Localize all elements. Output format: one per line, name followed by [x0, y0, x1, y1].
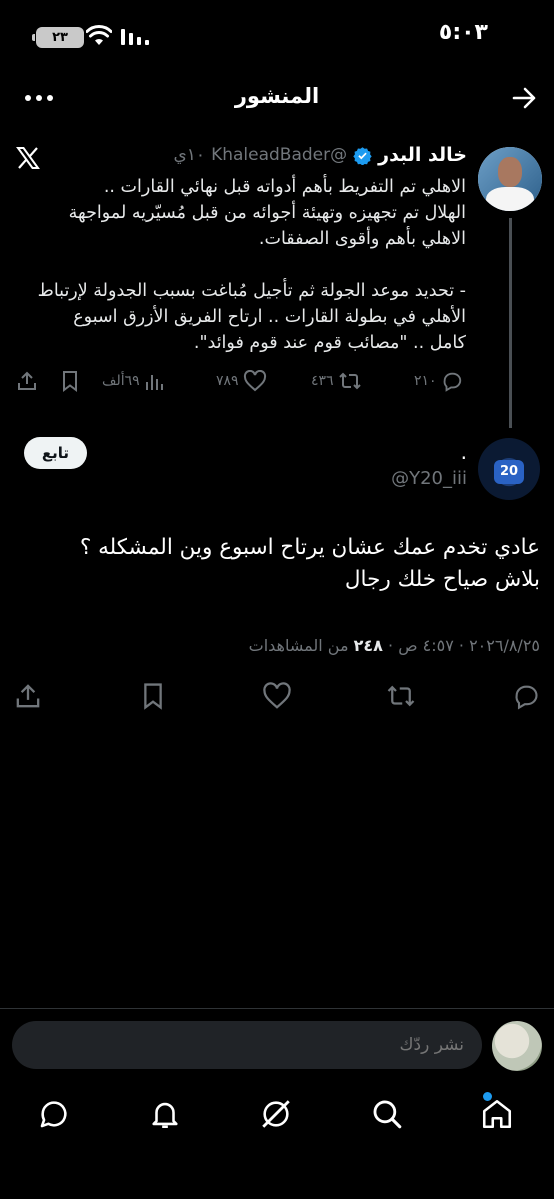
replier-avatar[interactable]: 20 — [478, 438, 540, 500]
retweet-action[interactable]: ٤٣٦ — [311, 370, 362, 392]
verified-badge-icon — [353, 146, 372, 165]
battery-icon: ٢٣ — [32, 27, 84, 48]
views-label: من المشاهدات — [248, 636, 349, 655]
tweet-meta: ٢٠٢٦/٨/٢٥ · ٤:٥٧ ص · ٢٤٨ من المشاهدات — [248, 636, 540, 655]
wifi-icon — [86, 25, 112, 47]
reply-divider — [0, 1008, 554, 1009]
x-logo-icon — [16, 146, 40, 170]
retweet-icon[interactable] — [386, 682, 416, 710]
bookmark-icon[interactable] — [140, 682, 166, 710]
thread-line — [509, 218, 512, 428]
new-content-dot — [483, 1092, 492, 1101]
tweet-actions — [14, 682, 542, 712]
my-avatar[interactable] — [492, 1021, 542, 1071]
more-options-icon[interactable] — [24, 88, 54, 108]
reply-action[interactable]: ٢١٠ — [414, 370, 463, 392]
views-count: ٦٩ألف — [102, 373, 140, 389]
reply-input[interactable] — [12, 1021, 482, 1069]
signal-icon — [120, 28, 152, 46]
tweet-text: عادي تخدم عمك عشان يرتاح اسبوع وين المشك… — [79, 535, 540, 592]
author-name[interactable]: خالد البدر — [378, 144, 467, 166]
replier-name[interactable]: . — [461, 440, 467, 464]
status-time: ٥:٠٣ — [438, 20, 488, 45]
like-action[interactable]: ٧٨٩ — [216, 370, 267, 392]
retweet-count: ٤٣٦ — [311, 373, 334, 389]
like-count: ٧٨٩ — [216, 373, 239, 389]
notifications-bell-icon[interactable] — [148, 1097, 182, 1131]
tweet-time: ١٠ي — [173, 145, 206, 165]
messages-icon[interactable] — [37, 1097, 71, 1131]
bookmark-icon[interactable] — [60, 370, 80, 392]
follow-button[interactable]: تابع — [24, 437, 87, 469]
author-avatar[interactable] — [478, 147, 542, 211]
home-icon[interactable] — [480, 1097, 514, 1131]
author-handle: @KhaleadBader — [211, 145, 348, 165]
quoted-tweet-text: الاهلي تم التفريط بأهم أدواته قبل نهائي … — [37, 177, 466, 353]
quoted-tweet-actions: ٢١٠ ٤٣٦ ٧٨٩ ٦٩ألف — [14, 370, 470, 400]
reply-icon[interactable] — [512, 682, 540, 710]
replier-handle: @Y20_iii — [391, 468, 467, 489]
like-icon[interactable] — [262, 682, 292, 710]
grok-icon[interactable] — [259, 1097, 293, 1131]
views-action[interactable]: ٦٩ألف — [102, 370, 166, 392]
share-icon[interactable] — [14, 682, 42, 710]
quoted-tweet-header: خالد البدر @KhaleadBader ١٠ي — [173, 144, 467, 166]
tweet-time: ٤:٥٧ ص — [398, 636, 454, 655]
views-total: ٢٤٨ — [353, 636, 383, 655]
share-icon[interactable] — [16, 370, 38, 392]
page-title: المنشور — [234, 84, 320, 108]
search-icon[interactable] — [370, 1097, 404, 1131]
tweet-date: ٢٠٢٦/٨/٢٥ — [469, 636, 540, 655]
reply-count: ٢١٠ — [414, 373, 437, 389]
